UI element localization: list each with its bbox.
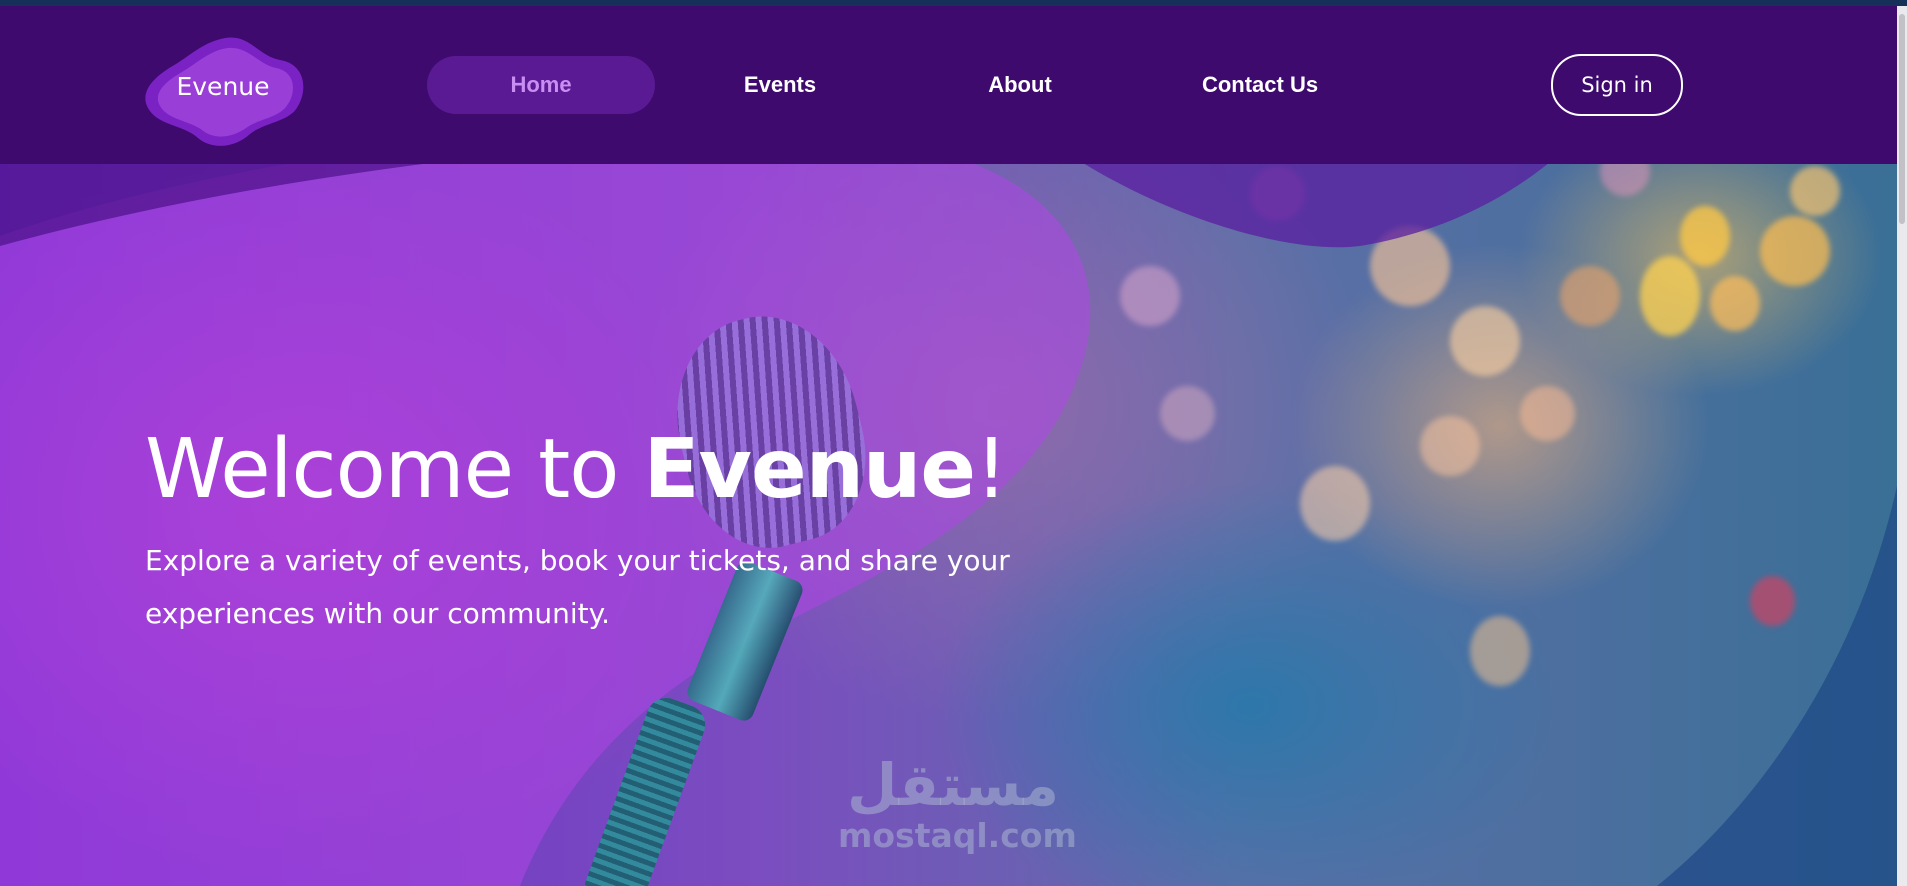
bokeh-light [1790, 166, 1840, 216]
hero-title-suffix: ! [975, 422, 1008, 517]
nav-about[interactable]: About [920, 56, 1120, 114]
nav-home[interactable]: Home [427, 56, 655, 114]
page: Evenue Home Events About Contact Us Sign… [0, 0, 1907, 886]
nav-contact-us[interactable]: Contact Us [1150, 56, 1370, 114]
logo-text: Evenue [176, 72, 270, 101]
bokeh-light [1560, 266, 1620, 326]
navbar: Evenue Home Events About Contact Us Sign… [0, 6, 1897, 164]
bokeh-light [1520, 386, 1575, 441]
bokeh-light [1680, 206, 1730, 266]
vertical-scrollbar[interactable] [1897, 6, 1907, 886]
bottom-right-curve-shape [1657, 486, 1897, 886]
hero-content: Welcome to Evenue! Explore a variety of … [145, 420, 1045, 640]
bokeh-light [1640, 256, 1700, 336]
watermark-arabic: مستقل [846, 751, 1060, 819]
hero-title-prefix: Welcome to [145, 422, 644, 517]
hero-title-brand: Evenue [643, 422, 976, 517]
bokeh-light [1300, 466, 1370, 541]
scrollbar-thumb[interactable] [1899, 14, 1905, 224]
bokeh-light [1420, 416, 1480, 476]
sign-in-button[interactable]: Sign in [1551, 54, 1683, 116]
hero-subtitle: Explore a variety of events, book your t… [145, 544, 1010, 630]
bokeh-light [1710, 276, 1760, 331]
hero-title: Welcome to Evenue! [145, 420, 1045, 520]
browser-top-line [0, 0, 1907, 6]
nav-events[interactable]: Events [680, 56, 880, 114]
bokeh-light [1450, 306, 1520, 376]
watermark: مستقل mostaql.com [838, 751, 1077, 855]
logo[interactable]: Evenue [140, 34, 310, 154]
bokeh-light [1470, 616, 1530, 686]
watermark-latin: mostaql.com [838, 816, 1077, 855]
bokeh-light [1760, 216, 1830, 286]
